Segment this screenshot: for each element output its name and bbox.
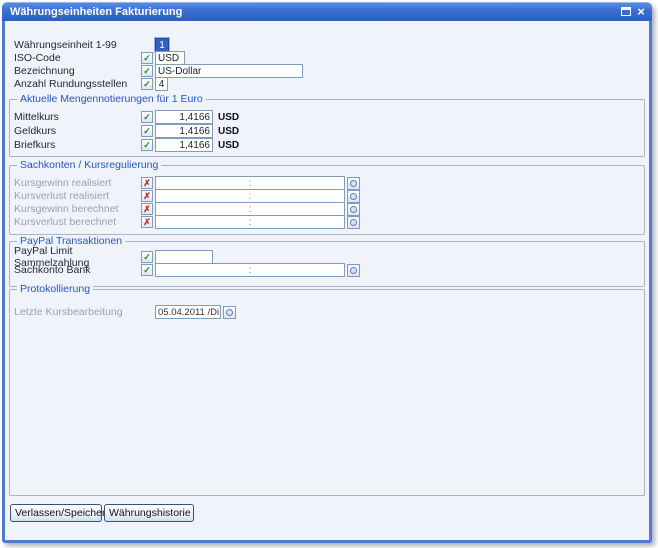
name-input[interactable]: US-Dollar <box>155 64 303 78</box>
kursverlust-realisiert-label: Kursverlust realisiert <box>14 190 141 202</box>
titlebar-buttons: × <box>621 5 647 18</box>
check-icon[interactable]: ✓ <box>141 78 153 90</box>
lookup-icon <box>350 267 357 274</box>
check-icon[interactable]: ✓ <box>141 65 153 77</box>
form-row-paypal-limit: PayPal Limit Sammelzahlung ✓ <box>14 250 213 264</box>
check-icon[interactable]: ✓ <box>141 125 153 137</box>
form-row-kursgewinn-realisiert: Kursgewinn realisiert ✗ : <box>14 176 360 190</box>
last-edit-label: Letzte Kursbearbeitung <box>14 306 141 318</box>
kursverlust-berechnet-label: Kursverlust berechnet <box>14 216 141 228</box>
account-lookup-button[interactable] <box>347 177 360 190</box>
check-icon[interactable]: ✓ <box>141 264 153 276</box>
last-edit-input[interactable]: 05.04.2011 /Di <box>155 305 221 319</box>
account-lookup-button[interactable] <box>347 264 360 277</box>
mittelkurs-input[interactable]: 1,4166 <box>155 110 213 124</box>
group-log-title: Protokollierung <box>17 283 93 295</box>
form-row-rounding: Anzahl Rundungsstellen ✓ 4 <box>14 77 168 91</box>
account-lookup-button[interactable] <box>347 216 360 229</box>
unit-label: Währungseinheit 1-99 <box>14 39 141 51</box>
mittelkurs-currency: USD <box>218 112 239 123</box>
form-row-geldkurs: Geldkurs ✓ 1,4166 USD <box>14 124 239 138</box>
group-accounts-title: Sachkonten / Kursregulierung <box>17 159 161 171</box>
titlebar[interactable]: Währungseinheiten Fakturierung × <box>2 2 652 21</box>
lookup-icon <box>350 219 357 226</box>
cross-icon[interactable]: ✗ <box>141 177 153 189</box>
form-row-name: Bezeichnung ✓ US-Dollar <box>14 64 303 78</box>
close-icon[interactable]: × <box>635 5 647 18</box>
cross-icon[interactable]: ✗ <box>141 190 153 202</box>
form-row-sachkonto-bank: Sachkonto Bank ✓ : <box>14 263 360 277</box>
briefkurs-input[interactable]: 1,4166 <box>155 138 213 152</box>
check-icon[interactable]: ✓ <box>141 52 153 64</box>
mittelkurs-label: Mittelkurs <box>14 111 141 123</box>
account-lookup-button[interactable] <box>347 190 360 203</box>
sachkonto-bank-input[interactable]: : <box>155 263 345 277</box>
briefkurs-label: Briefkurs <box>14 139 141 151</box>
kursgewinn-realisiert-input[interactable]: : <box>155 176 345 190</box>
currency-history-button[interactable]: Währungshistorie <box>104 504 194 522</box>
form-row-mittelkurs: Mittelkurs ✓ 1,4166 USD <box>14 110 239 124</box>
check-icon[interactable]: ✓ <box>141 139 153 151</box>
form-row-kursverlust-berechnet: Kursverlust berechnet ✗ : <box>14 215 360 229</box>
lookup-icon <box>350 193 357 200</box>
name-label: Bezeichnung <box>14 65 141 77</box>
form-row-unit: Währungseinheit 1-99 1 <box>14 38 169 52</box>
form-row-kursverlust-realisiert: Kursverlust realisiert ✗ : <box>14 189 360 203</box>
restore-icon[interactable] <box>621 7 631 16</box>
paypal-limit-input[interactable] <box>155 250 213 264</box>
form-row-last-edit: Letzte Kursbearbeitung 05.04.2011 /Di <box>14 305 236 319</box>
group-log: Protokollierung <box>9 289 645 496</box>
geldkurs-label: Geldkurs <box>14 125 141 137</box>
kursgewinn-berechnet-label: Kursgewinn berechnet <box>14 203 141 215</box>
kursgewinn-berechnet-input[interactable]: : <box>155 202 345 216</box>
lookup-icon <box>350 180 357 187</box>
briefkurs-currency: USD <box>218 140 239 151</box>
iso-label: ISO-Code <box>14 52 141 64</box>
form-row-iso: ISO-Code ✓ USD <box>14 51 185 65</box>
cross-icon[interactable]: ✗ <box>141 203 153 215</box>
kursverlust-realisiert-input[interactable]: : <box>155 189 345 203</box>
app-window: Währungseinheiten Fakturierung × Währung… <box>2 2 652 543</box>
rounding-input[interactable]: 4 <box>155 77 168 91</box>
form-row-kursgewinn-berechnet: Kursgewinn berechnet ✗ : <box>14 202 360 216</box>
check-icon[interactable]: ✓ <box>141 111 153 123</box>
rounding-label: Anzahl Rundungsstellen <box>14 78 141 90</box>
spinner-icon <box>226 309 233 316</box>
save-exit-button[interactable]: Verlassen/Speichern <box>10 504 102 522</box>
geldkurs-currency: USD <box>218 126 239 137</box>
geldkurs-input[interactable]: 1,4166 <box>155 124 213 138</box>
unit-input[interactable]: 1 <box>155 38 169 52</box>
group-rates-title: Aktuelle Mengennotierungen für 1 Euro <box>17 93 206 105</box>
window-title: Währungseinheiten Fakturierung <box>10 6 621 18</box>
iso-input[interactable]: USD <box>155 51 185 65</box>
cross-icon[interactable]: ✗ <box>141 216 153 228</box>
form-area: Währungseinheit 1-99 1 ISO-Code ✓ USD Be… <box>5 21 649 540</box>
account-lookup-button[interactable] <box>347 203 360 216</box>
kursverlust-berechnet-input[interactable]: : <box>155 215 345 229</box>
kursgewinn-realisiert-label: Kursgewinn realisiert <box>14 177 141 189</box>
check-icon[interactable]: ✓ <box>141 251 153 263</box>
sachkonto-bank-label: Sachkonto Bank <box>14 264 141 276</box>
lookup-icon <box>350 206 357 213</box>
form-row-briefkurs: Briefkurs ✓ 1,4166 USD <box>14 138 239 152</box>
date-spinner-button[interactable] <box>223 306 236 319</box>
